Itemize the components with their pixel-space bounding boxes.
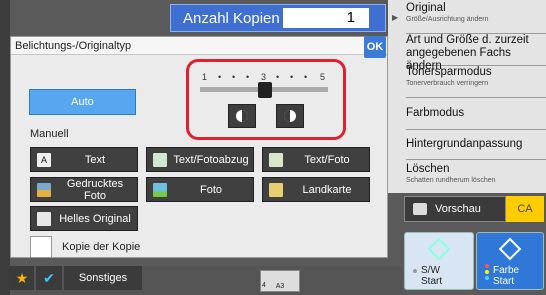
menu-item-subtitle: Schatten rundherum löschen xyxy=(406,177,496,184)
start-bw-line2: Start xyxy=(421,276,443,287)
color-dot-cyan xyxy=(485,276,489,280)
left-strip xyxy=(0,0,10,295)
copies-label: Anzahl Kopien xyxy=(183,9,280,27)
mode-label: Gedrucktes Foto xyxy=(66,177,124,202)
menu-item-erase[interactable]: Löschen Schatten rundherum löschen xyxy=(406,160,546,192)
exposure-lighter-button[interactable] xyxy=(276,104,304,128)
menu-item-title: Hintergrundanpassung xyxy=(406,138,523,150)
menu-item-title: Farbmodus xyxy=(406,107,465,119)
mode-button-text[interactable]: A Text xyxy=(30,147,138,172)
start-icon xyxy=(498,237,522,261)
mode-button-printed-photo[interactable]: Gedrucktes Foto xyxy=(30,177,138,202)
start-bw-button[interactable]: S/W Start xyxy=(404,232,474,290)
tray-number: 4 xyxy=(262,282,266,289)
exposure-dark-icon xyxy=(236,110,248,122)
start-bw-line1: S/W xyxy=(421,265,440,276)
copies-input[interactable]: 1 xyxy=(283,8,369,28)
start-bw-label: S/W Start xyxy=(421,265,442,287)
right-function-menu: ▶ Original Größe/Ausrichtung ändern Art … xyxy=(388,0,546,193)
color-dot-yellow xyxy=(485,270,489,274)
start-color-label: Farbe Start xyxy=(493,265,519,287)
other-button[interactable]: Sonstiges xyxy=(64,266,142,290)
dialog-header: Belichtungs-/Originaltyp xyxy=(11,37,387,55)
light-original-icon xyxy=(37,211,51,226)
mode-label: Foto xyxy=(199,183,222,196)
copy-of-copy-checkbox[interactable]: Kopie der Kopie xyxy=(30,236,140,258)
scale-dot: • xyxy=(290,72,294,82)
start-color-button[interactable]: Farbe Start xyxy=(476,232,544,290)
scale-dot: • xyxy=(304,72,308,82)
color-dot-red xyxy=(485,264,489,268)
clear-all-button[interactable]: CA xyxy=(506,196,544,222)
menu-item-background[interactable]: Hintergrundanpassung xyxy=(406,130,546,160)
mode-button-photo[interactable]: Foto xyxy=(146,177,254,202)
ok-button[interactable]: OK xyxy=(364,36,386,58)
preview-button[interactable]: Vorschau xyxy=(404,196,506,222)
menu-item-toner-save[interactable]: Tonersparmodus Tonerverbrauch verringern xyxy=(406,66,546,98)
text-photo-icon xyxy=(269,152,283,167)
scale-label-max: 5 xyxy=(320,72,326,82)
menu-item-color-mode[interactable]: Farbmodus xyxy=(406,98,546,130)
map-icon xyxy=(269,182,283,197)
copy-of-copy-label: Kopie der Kopie xyxy=(62,241,141,253)
auto-button[interactable]: Auto xyxy=(29,89,136,115)
menu-item-title: Tonersparmodus xyxy=(406,66,492,78)
mode-label: Text xyxy=(84,153,106,166)
mode-label: Text/Foto xyxy=(304,153,350,166)
menu-item-subtitle: Tonerverbrauch verringern xyxy=(406,80,489,87)
mode-button-map[interactable]: Landkarte xyxy=(262,177,370,202)
exposure-light-icon xyxy=(284,110,296,122)
start-icon xyxy=(427,237,451,261)
manual-label: Manuell xyxy=(30,128,69,140)
menu-item-title: Löschen xyxy=(406,163,450,175)
dialog-title: Belichtungs-/Originaltyp xyxy=(15,40,132,52)
favorite-star-icon[interactable]: ★ xyxy=(10,266,34,290)
mode-button-light-original[interactable]: Helles Original xyxy=(30,206,138,231)
exposure-darker-button[interactable] xyxy=(228,104,256,128)
menu-item-title: Original xyxy=(406,2,446,14)
mode-button-text-photo-print[interactable]: Text/Fotoabzug xyxy=(146,147,254,172)
menu-item-tray-size[interactable]: Art und Größe d. zurzeit angegebenen Fac… xyxy=(406,34,546,72)
scale-dot: • xyxy=(232,72,236,82)
paper-tray-indicator: A3 xyxy=(260,270,300,292)
menu-item-original[interactable]: ▶ Original Größe/Ausrichtung ändern xyxy=(392,2,546,34)
mode-label: Landkarte xyxy=(302,183,352,196)
text-letter-icon: A xyxy=(37,152,51,167)
copies-bar: Anzahl Kopien 1 xyxy=(170,4,386,32)
mode-button-text-photo[interactable]: Text/Foto xyxy=(262,147,370,172)
tray-size: A3 xyxy=(275,283,285,290)
scale-label-mid: 3 xyxy=(261,72,267,82)
text-photo-print-icon xyxy=(153,152,167,167)
mode-label: Text/Fotoabzug xyxy=(173,153,249,166)
menu-item-subtitle: Größe/Ausrichtung ändern xyxy=(406,16,489,23)
checkmark-icon[interactable]: ✔ xyxy=(36,266,62,290)
arrow-right-icon: ▶ xyxy=(392,13,399,22)
exposure-slider-knob[interactable] xyxy=(258,82,272,98)
scale-dot: • xyxy=(246,72,250,82)
preview-icon xyxy=(413,203,427,215)
scale-label-min: 1 xyxy=(202,72,208,82)
status-dot xyxy=(413,269,417,273)
preview-label: Vorschau xyxy=(435,203,481,215)
scale-dot: • xyxy=(218,72,222,82)
start-color-line2: Start xyxy=(493,276,515,287)
start-color-line1: Farbe xyxy=(493,265,520,276)
checkbox-box[interactable] xyxy=(30,236,52,258)
photo-icon xyxy=(153,182,167,197)
mode-label: Helles Original xyxy=(59,212,131,225)
printed-photo-icon xyxy=(37,182,51,197)
scale-dot: • xyxy=(276,72,280,82)
